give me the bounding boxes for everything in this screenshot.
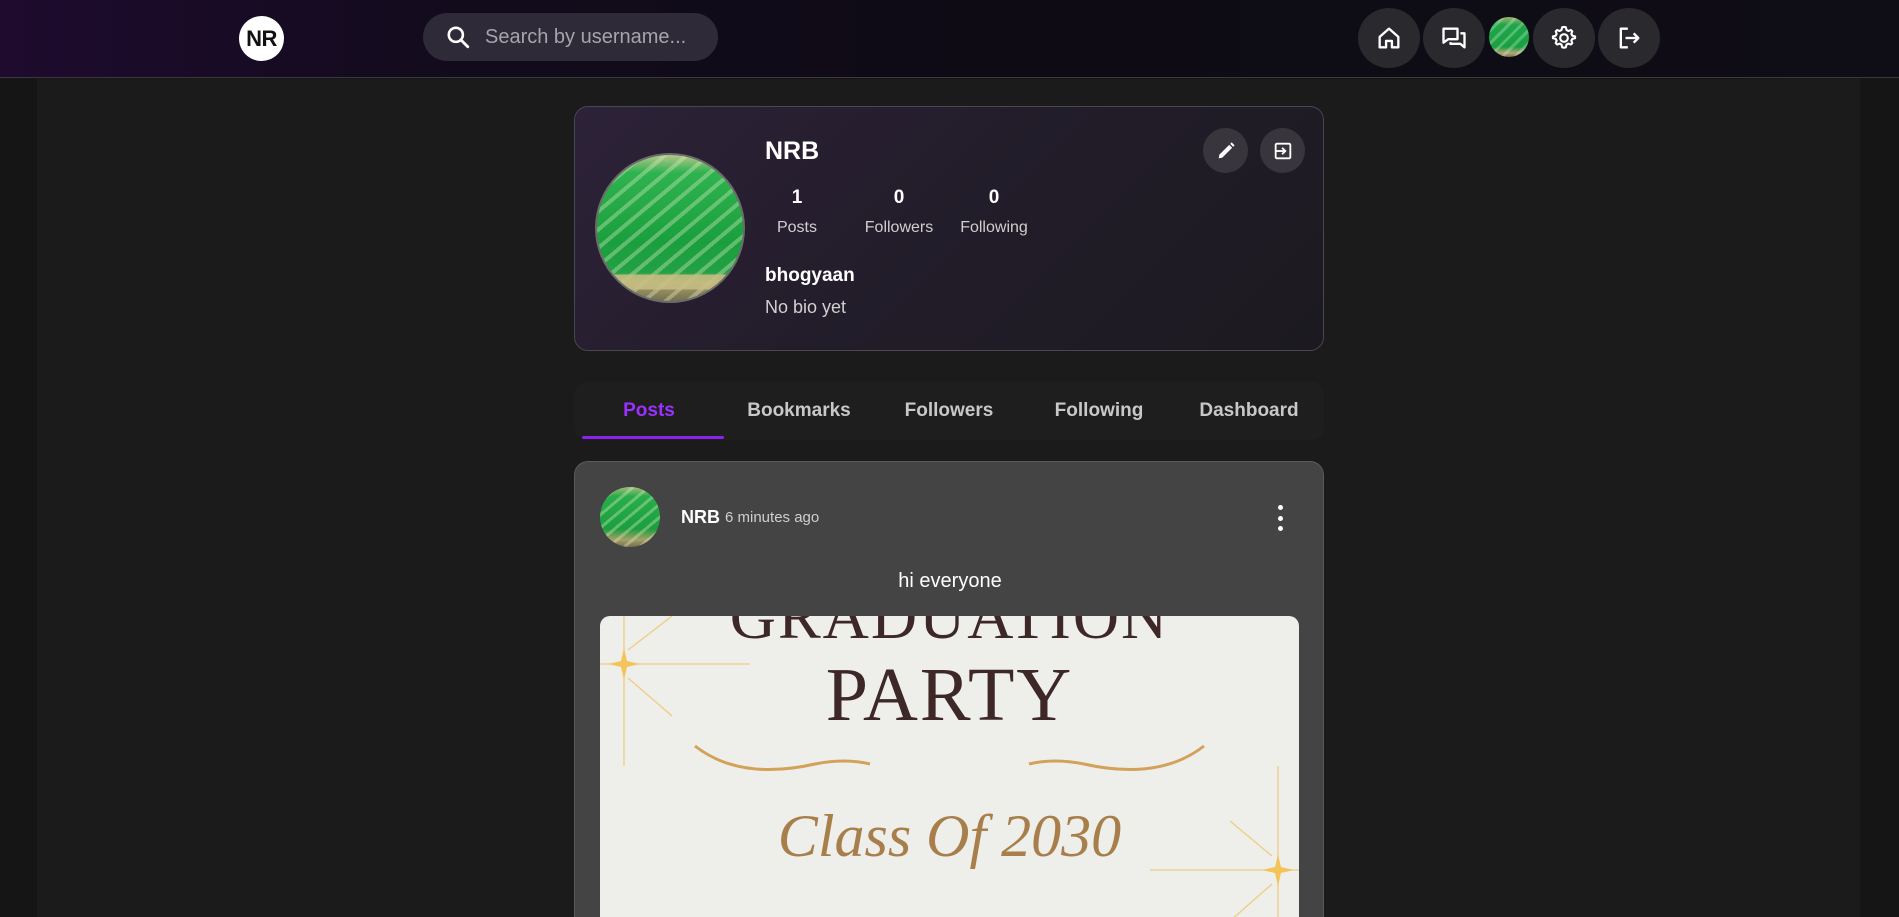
stat-posts-label: Posts (776, 219, 817, 236)
stat-posts[interactable]: 1 Posts (773, 187, 821, 237)
profile-tabs: Posts Bookmarks Followers Following Dash… (574, 382, 1324, 440)
edit-profile-button[interactable] (1203, 128, 1248, 173)
search-icon (447, 26, 470, 49)
profile-username: bhogyaan (765, 265, 855, 286)
search-bar[interactable] (423, 13, 718, 61)
post-timestamp: 6 minutes ago (725, 509, 820, 526)
pencil-icon (1218, 141, 1235, 158)
tab-dashboard[interactable]: Dashboard (1174, 382, 1324, 440)
logout-button[interactable] (1598, 8, 1660, 68)
stat-following-label: Following (960, 219, 1028, 236)
invite-subheadline: PARTY (825, 653, 1074, 737)
settings-icon (1551, 25, 1577, 49)
stat-posts-value: 1 (791, 187, 803, 208)
tab-following[interactable]: Following (1024, 382, 1174, 440)
post-text: hi everyone (898, 570, 1002, 592)
messages-button[interactable] (1423, 8, 1485, 68)
exit-icon (1274, 142, 1291, 159)
invite-headline: GRADUATION (729, 616, 1170, 652)
tab-bookmarks[interactable]: Bookmarks (724, 382, 874, 440)
tab-posts[interactable]: Posts (574, 382, 724, 440)
home-button[interactable] (1358, 8, 1420, 68)
user-avatar[interactable] (1489, 17, 1529, 57)
messages-icon (1442, 27, 1466, 49)
search-input[interactable] (485, 25, 705, 49)
stat-following-value: 0 (988, 187, 1000, 208)
invite-class-text: Class Of 2030 (777, 803, 1122, 869)
logout-icon (1619, 27, 1640, 49)
profile-avatar (595, 153, 745, 303)
post-card: NRB 6 minutes ago hi everyone GRADUATION… (574, 461, 1324, 917)
home-icon (1378, 27, 1400, 49)
profile-card: NRB 1 Posts 0 Followers 0 Following bhog… (574, 106, 1324, 351)
app-logo[interactable]: NR (239, 16, 284, 61)
profile-name: NRB (765, 137, 820, 165)
stat-followers-label: Followers (864, 219, 934, 236)
stat-followers-value: 0 (893, 187, 905, 208)
tab-followers[interactable]: Followers (874, 382, 1024, 440)
stat-followers[interactable]: 0 Followers (861, 187, 937, 237)
post-image[interactable]: GRADUATION PARTY Class Of 2030 (600, 616, 1299, 917)
settings-button[interactable] (1533, 8, 1595, 68)
stat-following[interactable]: 0 Following (956, 187, 1032, 237)
profile-bio: No bio yet (765, 297, 847, 317)
post-author-name[interactable]: NRB (681, 507, 720, 528)
logout-profile-button[interactable] (1260, 128, 1305, 173)
post-author-avatar[interactable] (600, 487, 660, 547)
more-options-icon[interactable] (1268, 505, 1292, 531)
top-navbar: NR (0, 0, 1899, 78)
